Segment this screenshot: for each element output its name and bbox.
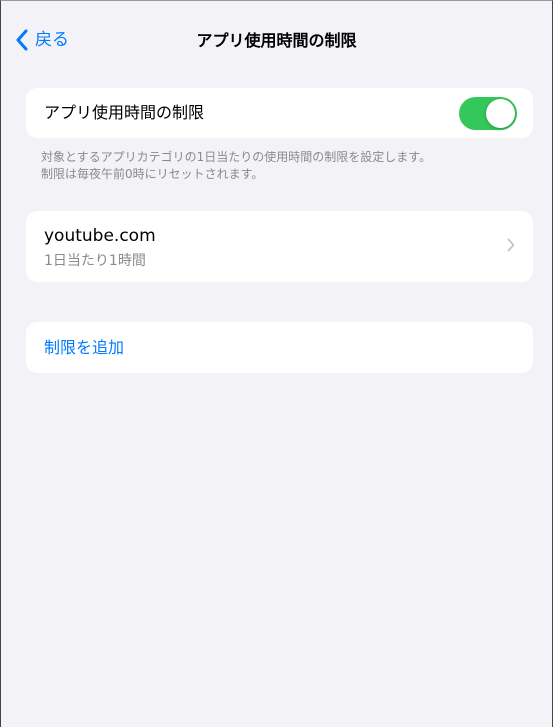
chevron-right-icon (507, 238, 515, 252)
description-line-1: 対象とするアプリカテゴリの1日当たりの使用時間の制限を設定します。 (41, 150, 432, 164)
app-limits-description: 対象とするアプリカテゴリの1日当たりの使用時間の制限を設定します。 制限は毎夜午… (41, 149, 522, 183)
app-limits-toggle-label: アプリ使用時間の制限 (44, 103, 205, 122)
add-limit-button[interactable]: 制限を追加 (26, 322, 533, 373)
switch-knob (486, 99, 515, 128)
description-line-2: 制限は毎夜午前0時にリセットされます。 (41, 167, 264, 181)
add-limit-label: 制限を追加 (44, 338, 125, 357)
page-title: アプリ使用時間の制限 (196, 31, 357, 50)
limit-item-youtube[interactable]: youtube.com 1日当たり1時間 (26, 211, 533, 282)
limit-item-subtitle: 1日当たり1時間 (44, 253, 146, 269)
app-limits-switch[interactable] (459, 97, 517, 130)
navigation-bar: 戻る アプリ使用時間の制限 (1, 1, 552, 81)
screen: 戻る アプリ使用時間の制限 アプリ使用時間の制限 対象とするアプリカテゴリの1日… (0, 0, 553, 727)
app-limits-toggle-row: アプリ使用時間の制限 (26, 88, 533, 138)
limit-item-title: youtube.com (44, 226, 156, 246)
